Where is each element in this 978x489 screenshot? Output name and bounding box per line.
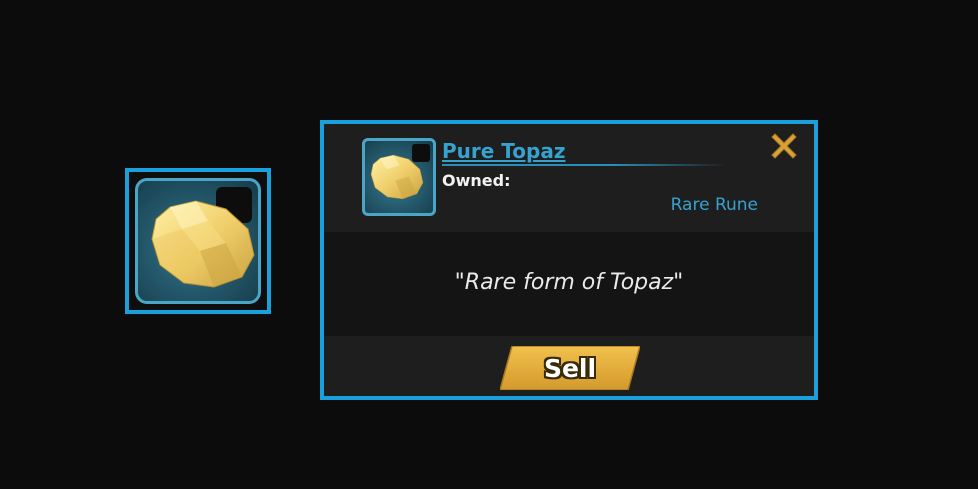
- inventory-slot-selected[interactable]: [125, 168, 271, 314]
- tooltip-footer: Sell: [324, 336, 814, 396]
- description-area: "Rare form of Topaz": [324, 232, 814, 336]
- game-screen: Pure Topaz Owned: Rare Rune "Rare form o…: [0, 0, 978, 489]
- sell-label: Sell: [543, 353, 597, 383]
- owned-label: Owned:: [442, 171, 511, 190]
- tooltip-header: Pure Topaz Owned: Rare Rune: [324, 124, 814, 232]
- slot-frame: [135, 178, 261, 304]
- topaz-gem-icon: [370, 154, 424, 200]
- topaz-gem-icon: [151, 200, 255, 288]
- close-icon: [771, 133, 797, 159]
- item-thumbnail: [362, 138, 436, 216]
- item-tooltip: Pure Topaz Owned: Rare Rune "Rare form o…: [320, 120, 818, 400]
- item-rarity: Rare Rune: [670, 195, 758, 215]
- item-name: Pure Topaz: [442, 139, 566, 163]
- item-description: "Rare form of Topaz": [454, 270, 684, 295]
- close-button[interactable]: [766, 128, 802, 164]
- sell-button[interactable]: Sell: [500, 346, 640, 390]
- title-underline: [442, 164, 727, 166]
